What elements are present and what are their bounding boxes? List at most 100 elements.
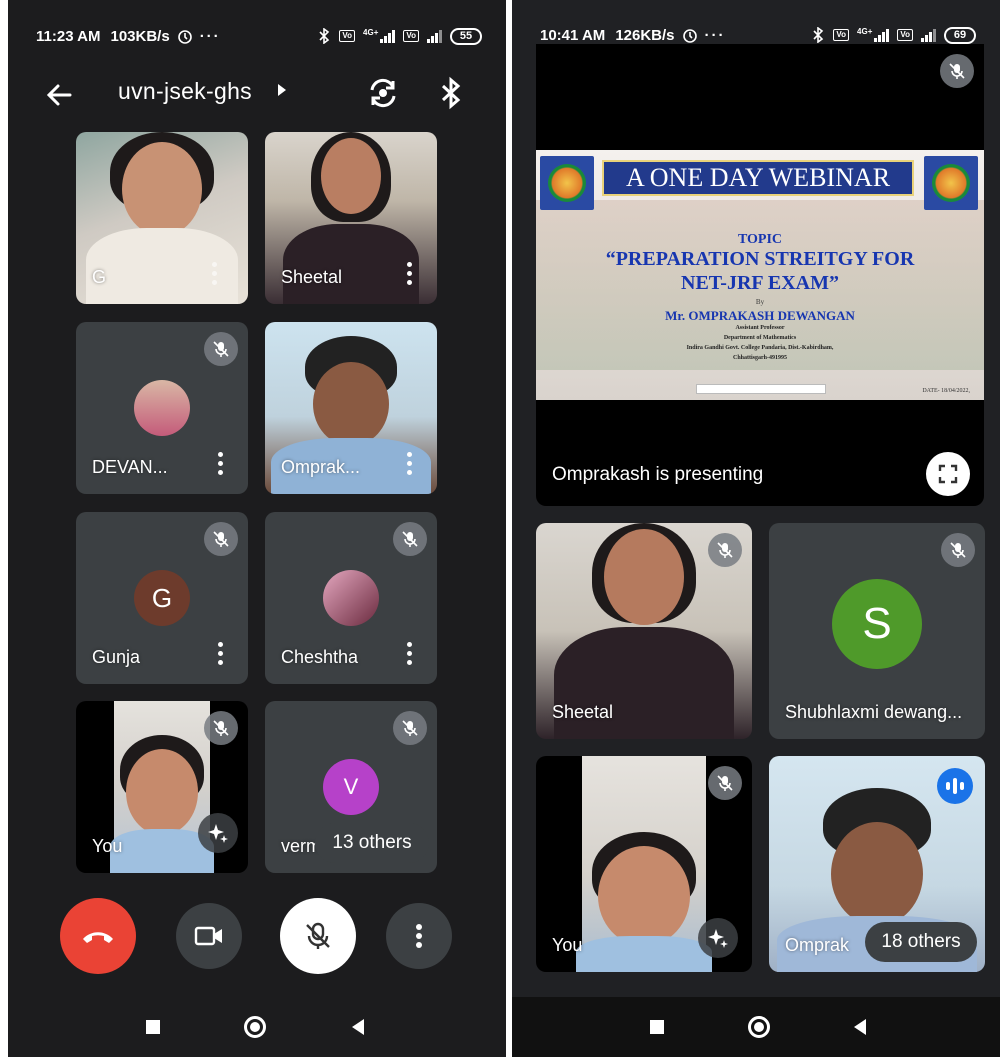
participant-tile-gunja[interactable]: G Gunja — [76, 512, 248, 684]
battery-indicator: 69 — [944, 26, 976, 44]
self-video — [576, 756, 712, 972]
back-arrow-icon[interactable] — [44, 80, 74, 110]
status-bar: 11:23 AM 103KB/s ··· Vo 4G+ Vo 55 — [8, 0, 506, 72]
participant-tile-you[interactable]: You — [76, 701, 248, 873]
participant-tile-cheshtha[interactable]: Cheshtha — [265, 512, 437, 684]
slide-by: By — [755, 298, 765, 306]
self-video — [110, 701, 214, 873]
mic-off-icon — [393, 711, 427, 745]
speaking-indicator-icon — [937, 768, 973, 804]
participant-tile-g[interactable]: G — [76, 132, 248, 304]
status-speed: 126KB/s — [615, 26, 675, 44]
volte-icon: Vo — [339, 30, 356, 42]
home-icon[interactable] — [748, 1016, 770, 1038]
back-icon[interactable] — [854, 1019, 866, 1035]
slide-line-1: Assistant Professor — [735, 325, 785, 331]
fullscreen-icon — [938, 464, 958, 484]
bluetooth-audio-icon[interactable] — [438, 76, 464, 110]
caret-right-icon[interactable] — [278, 84, 286, 96]
participant-tile-omprakash[interactable]: Omprak... — [265, 322, 437, 494]
more-options-icon[interactable] — [218, 452, 224, 476]
meeting-header: uvn-jsek-ghs — [8, 72, 506, 128]
alarm-icon — [682, 29, 697, 43]
status-time: 10:41 AM — [540, 26, 606, 44]
slide-line-4: Chhattisgarh-491995 — [732, 355, 787, 361]
others-count-badge[interactable]: 13 others — [315, 823, 429, 863]
effects-sparkle-icon[interactable] — [698, 918, 738, 958]
status-speed: 103KB/s — [110, 27, 170, 45]
slide-line-2: Department of Mathematics — [723, 335, 797, 341]
mic-off-icon — [708, 766, 742, 800]
signal-icon-2 — [427, 29, 442, 43]
system-nav-bar — [8, 997, 506, 1057]
shared-slide: A ONE DAY WEBINAR TOPIC “PREPARATION STR… — [536, 150, 984, 400]
meeting-code[interactable]: uvn-jsek-ghs — [118, 78, 252, 105]
participant-tile-sheetal[interactable]: Sheetal — [265, 132, 437, 304]
battery-indicator: 55 — [450, 27, 482, 45]
call-controls — [8, 898, 506, 976]
participant-tile-devan[interactable]: DEVAN... — [76, 322, 248, 494]
mic-off-icon — [306, 922, 330, 949]
participant-name: Cheshtha — [281, 647, 359, 667]
mic-off-icon — [941, 533, 975, 567]
participant-tile-verm[interactable]: V verm 13 others — [265, 701, 437, 873]
more-status-icon: ··· — [199, 27, 221, 45]
back-icon[interactable] — [352, 1019, 364, 1035]
participant-tile-shubhlaxmi[interactable]: S Shubhlaxmi dewang... — [769, 523, 985, 739]
participant-name: Omprak — [785, 935, 850, 955]
presentation-tile[interactable]: A ONE DAY WEBINAR TOPIC “PREPARATION STR… — [536, 44, 984, 506]
more-options-icon[interactable] — [407, 452, 413, 476]
slide-topic: TOPIC — [737, 232, 783, 247]
participant-tile-omprakash[interactable]: Omprak 18 others — [769, 756, 985, 972]
participant-name: You — [92, 836, 123, 856]
signal-label: 4G+ — [857, 26, 873, 36]
fullscreen-button[interactable] — [926, 452, 970, 496]
switch-camera-icon[interactable] — [366, 76, 400, 110]
more-status-icon: ··· — [704, 26, 726, 44]
more-vert-icon — [416, 924, 422, 948]
signal-label: 4G+ — [363, 27, 379, 37]
participant-name: Gunja — [92, 647, 141, 667]
slide-headline-2: NET-JRF EXAM” — [681, 272, 839, 294]
slide-banner: A ONE DAY WEBINAR — [602, 160, 914, 196]
participant-avatar: G — [134, 570, 190, 626]
more-options-icon[interactable] — [218, 642, 224, 666]
participant-name: You — [552, 935, 583, 955]
mic-off-icon — [204, 522, 238, 556]
effects-sparkle-icon[interactable] — [198, 813, 238, 853]
participant-tile-you[interactable]: You — [536, 756, 752, 972]
more-options-icon[interactable] — [407, 262, 413, 286]
participant-avatar: V — [323, 759, 379, 815]
home-icon[interactable] — [244, 1016, 266, 1038]
screen-share-toolbar — [696, 384, 826, 394]
slide-line-3: Indira Gandhi Govt. College Pandaria, Di… — [686, 345, 834, 351]
mic-toggle-button[interactable] — [280, 898, 356, 974]
participant-name: G — [92, 267, 107, 287]
end-call-button[interactable] — [60, 898, 136, 974]
college-logo-right — [924, 156, 978, 210]
mic-off-icon — [708, 533, 742, 567]
more-options-button[interactable] — [386, 903, 452, 969]
signal-icon — [380, 29, 396, 43]
more-options-icon[interactable] — [407, 642, 413, 666]
system-nav-bar — [512, 997, 1000, 1057]
slide-presenter: Mr. OMPRAKASH DEWANGAN — [665, 308, 855, 323]
participant-name: Sheetal — [552, 702, 614, 722]
recents-icon[interactable] — [146, 1020, 160, 1034]
more-options-icon[interactable] — [212, 262, 218, 286]
participant-name: Sheetal — [281, 267, 343, 287]
alarm-icon — [177, 30, 192, 44]
camera-toggle-button[interactable] — [176, 903, 242, 969]
mic-off-icon — [393, 522, 427, 556]
others-count-badge[interactable]: 18 others — [865, 922, 977, 962]
participant-name: DEVAN... — [92, 457, 168, 477]
video-camera-icon — [194, 926, 222, 946]
recents-icon[interactable] — [650, 1020, 664, 1034]
volte-icon-2: Vo — [897, 29, 913, 41]
participant-tile-sheetal[interactable]: Sheetal — [536, 523, 752, 739]
presenting-label: Omprakash is presenting — [552, 464, 764, 485]
bluetooth-status-icon — [813, 27, 824, 43]
college-logo-left — [540, 156, 594, 210]
phone-screen-left: 11:23 AM 103KB/s ··· Vo 4G+ Vo 55 uvn-js… — [8, 0, 506, 1057]
volte-icon-2: Vo — [403, 30, 419, 42]
